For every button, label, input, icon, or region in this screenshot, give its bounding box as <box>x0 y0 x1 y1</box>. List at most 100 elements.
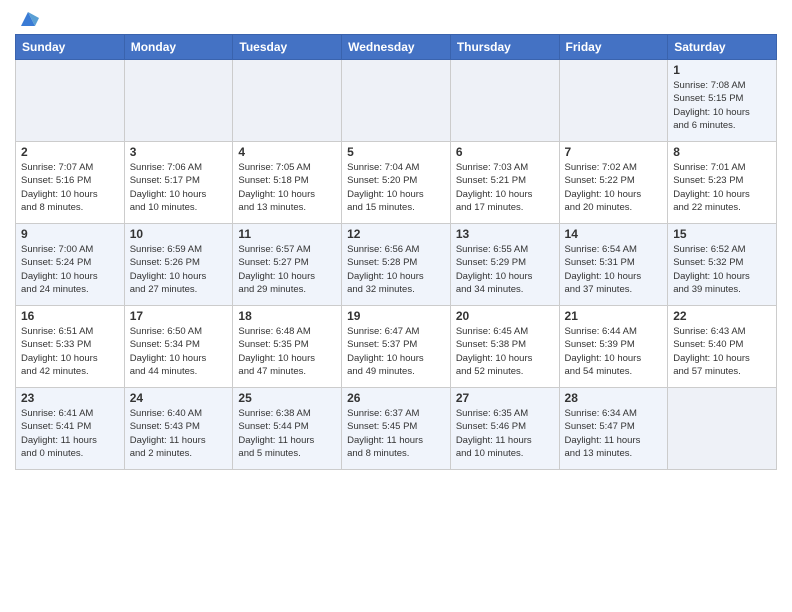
day-info: Sunrise: 6:57 AM Sunset: 5:27 PM Dayligh… <box>238 243 336 296</box>
day-info: Sunrise: 6:34 AM Sunset: 5:47 PM Dayligh… <box>565 407 663 460</box>
calendar-day-cell <box>668 388 777 470</box>
day-info: Sunrise: 6:41 AM Sunset: 5:41 PM Dayligh… <box>21 407 119 460</box>
calendar-day-cell: 9 Sunrise: 7:00 AM Sunset: 5:24 PM Daylig… <box>16 224 125 306</box>
calendar-day-cell <box>559 60 668 142</box>
header <box>15 10 777 26</box>
day-number: 18 <box>238 309 336 323</box>
calendar-day-cell: 5 Sunrise: 7:04 AM Sunset: 5:20 PM Daylig… <box>342 142 451 224</box>
day-info: Sunrise: 6:55 AM Sunset: 5:29 PM Dayligh… <box>456 243 554 296</box>
day-number: 6 <box>456 145 554 159</box>
calendar-week-row: 9 Sunrise: 7:00 AM Sunset: 5:24 PM Daylig… <box>16 224 777 306</box>
day-info: Sunrise: 7:01 AM Sunset: 5:23 PM Dayligh… <box>673 161 771 214</box>
day-number: 5 <box>347 145 445 159</box>
calendar-day-cell: 17 Sunrise: 6:50 AM Sunset: 5:34 PM Dayli… <box>124 306 233 388</box>
calendar-day-cell: 7 Sunrise: 7:02 AM Sunset: 5:22 PM Daylig… <box>559 142 668 224</box>
calendar-day-cell: 11 Sunrise: 6:57 AM Sunset: 5:27 PM Dayli… <box>233 224 342 306</box>
day-info: Sunrise: 7:00 AM Sunset: 5:24 PM Dayligh… <box>21 243 119 296</box>
calendar-day-cell <box>124 60 233 142</box>
calendar-week-row: 1 Sunrise: 7:08 AM Sunset: 5:15 PM Daylig… <box>16 60 777 142</box>
day-number: 24 <box>130 391 228 405</box>
calendar-day-cell <box>450 60 559 142</box>
day-number: 8 <box>673 145 771 159</box>
calendar-day-cell: 14 Sunrise: 6:54 AM Sunset: 5:31 PM Dayli… <box>559 224 668 306</box>
day-number: 23 <box>21 391 119 405</box>
day-info: Sunrise: 7:07 AM Sunset: 5:16 PM Dayligh… <box>21 161 119 214</box>
calendar-day-cell: 19 Sunrise: 6:47 AM Sunset: 5:37 PM Dayli… <box>342 306 451 388</box>
weekday-header-tuesday: Tuesday <box>233 35 342 60</box>
day-info: Sunrise: 6:54 AM Sunset: 5:31 PM Dayligh… <box>565 243 663 296</box>
day-number: 15 <box>673 227 771 241</box>
day-number: 17 <box>130 309 228 323</box>
day-number: 28 <box>565 391 663 405</box>
calendar-day-cell: 28 Sunrise: 6:34 AM Sunset: 5:47 PM Dayli… <box>559 388 668 470</box>
calendar-day-cell: 26 Sunrise: 6:37 AM Sunset: 5:45 PM Dayli… <box>342 388 451 470</box>
weekday-header-friday: Friday <box>559 35 668 60</box>
calendar-day-cell: 12Sunrise: 6:56 AM Sunset: 5:28 PM Dayli… <box>342 224 451 306</box>
calendar-day-cell: 24 Sunrise: 6:40 AM Sunset: 5:43 PM Dayli… <box>124 388 233 470</box>
calendar-day-cell: 18 Sunrise: 6:48 AM Sunset: 5:35 PM Dayli… <box>233 306 342 388</box>
day-number: 26 <box>347 391 445 405</box>
day-info: Sunrise: 6:50 AM Sunset: 5:34 PM Dayligh… <box>130 325 228 378</box>
weekday-header-row: SundayMondayTuesdayWednesdayThursdayFrid… <box>16 35 777 60</box>
day-info: Sunrise: 7:02 AM Sunset: 5:22 PM Dayligh… <box>565 161 663 214</box>
day-number: 14 <box>565 227 663 241</box>
day-number: 4 <box>238 145 336 159</box>
day-info: Sunrise: 7:04 AM Sunset: 5:20 PM Dayligh… <box>347 161 445 214</box>
calendar-day-cell: 21Sunrise: 6:44 AM Sunset: 5:39 PM Dayli… <box>559 306 668 388</box>
day-number: 7 <box>565 145 663 159</box>
day-number: 3 <box>130 145 228 159</box>
day-info: Sunrise: 6:52 AM Sunset: 5:32 PM Dayligh… <box>673 243 771 296</box>
day-number: 19 <box>347 309 445 323</box>
day-number: 25 <box>238 391 336 405</box>
day-number: 21 <box>565 309 663 323</box>
day-info: Sunrise: 6:47 AM Sunset: 5:37 PM Dayligh… <box>347 325 445 378</box>
day-info: Sunrise: 6:40 AM Sunset: 5:43 PM Dayligh… <box>130 407 228 460</box>
calendar-day-cell: 15 Sunrise: 6:52 AM Sunset: 5:32 PM Dayli… <box>668 224 777 306</box>
calendar-day-cell: 25 Sunrise: 6:38 AM Sunset: 5:44 PM Dayli… <box>233 388 342 470</box>
day-number: 2 <box>21 145 119 159</box>
calendar-table: SundayMondayTuesdayWednesdayThursdayFrid… <box>15 34 777 470</box>
calendar-day-cell: 16 Sunrise: 6:51 AM Sunset: 5:33 PM Dayli… <box>16 306 125 388</box>
page-container: SundayMondayTuesdayWednesdayThursdayFrid… <box>0 0 792 475</box>
day-number: 16 <box>21 309 119 323</box>
day-number: 12 <box>347 227 445 241</box>
day-info: Sunrise: 7:03 AM Sunset: 5:21 PM Dayligh… <box>456 161 554 214</box>
day-info: Sunrise: 7:06 AM Sunset: 5:17 PM Dayligh… <box>130 161 228 214</box>
calendar-day-cell: 3 Sunrise: 7:06 AM Sunset: 5:17 PM Daylig… <box>124 142 233 224</box>
calendar-day-cell: 6 Sunrise: 7:03 AM Sunset: 5:21 PM Daylig… <box>450 142 559 224</box>
calendar-day-cell: 8 Sunrise: 7:01 AM Sunset: 5:23 PM Daylig… <box>668 142 777 224</box>
day-info: Sunrise: 6:51 AM Sunset: 5:33 PM Dayligh… <box>21 325 119 378</box>
day-number: 13 <box>456 227 554 241</box>
calendar-week-row: 16 Sunrise: 6:51 AM Sunset: 5:33 PM Dayli… <box>16 306 777 388</box>
weekday-header-monday: Monday <box>124 35 233 60</box>
calendar-day-cell: 1 Sunrise: 7:08 AM Sunset: 5:15 PM Daylig… <box>668 60 777 142</box>
weekday-header-saturday: Saturday <box>668 35 777 60</box>
calendar-day-cell: 10 Sunrise: 6:59 AM Sunset: 5:26 PM Dayli… <box>124 224 233 306</box>
calendar-day-cell: 4Sunrise: 7:05 AM Sunset: 5:18 PM Daylig… <box>233 142 342 224</box>
weekday-header-sunday: Sunday <box>16 35 125 60</box>
day-number: 1 <box>673 63 771 77</box>
calendar-day-cell <box>16 60 125 142</box>
day-info: Sunrise: 7:08 AM Sunset: 5:15 PM Dayligh… <box>673 79 771 132</box>
day-info: Sunrise: 6:45 AM Sunset: 5:38 PM Dayligh… <box>456 325 554 378</box>
day-info: Sunrise: 6:59 AM Sunset: 5:26 PM Dayligh… <box>130 243 228 296</box>
calendar-day-cell: 13 Sunrise: 6:55 AM Sunset: 5:29 PM Dayli… <box>450 224 559 306</box>
day-number: 9 <box>21 227 119 241</box>
day-info: Sunrise: 6:37 AM Sunset: 5:45 PM Dayligh… <box>347 407 445 460</box>
day-info: Sunrise: 6:48 AM Sunset: 5:35 PM Dayligh… <box>238 325 336 378</box>
calendar-day-cell: 27Sunrise: 6:35 AM Sunset: 5:46 PM Dayli… <box>450 388 559 470</box>
day-info: Sunrise: 6:38 AM Sunset: 5:44 PM Dayligh… <box>238 407 336 460</box>
logo <box>15 10 39 26</box>
calendar-day-cell <box>342 60 451 142</box>
day-number: 10 <box>130 227 228 241</box>
day-number: 11 <box>238 227 336 241</box>
weekday-header-wednesday: Wednesday <box>342 35 451 60</box>
calendar-day-cell: 2 Sunrise: 7:07 AM Sunset: 5:16 PM Daylig… <box>16 142 125 224</box>
day-number: 22 <box>673 309 771 323</box>
day-info: Sunrise: 6:43 AM Sunset: 5:40 PM Dayligh… <box>673 325 771 378</box>
calendar-week-row: 2 Sunrise: 7:07 AM Sunset: 5:16 PM Daylig… <box>16 142 777 224</box>
calendar-week-row: 23 Sunrise: 6:41 AM Sunset: 5:41 PM Dayli… <box>16 388 777 470</box>
weekday-header-thursday: Thursday <box>450 35 559 60</box>
calendar-day-cell: 22 Sunrise: 6:43 AM Sunset: 5:40 PM Dayli… <box>668 306 777 388</box>
logo-icon <box>17 8 39 30</box>
